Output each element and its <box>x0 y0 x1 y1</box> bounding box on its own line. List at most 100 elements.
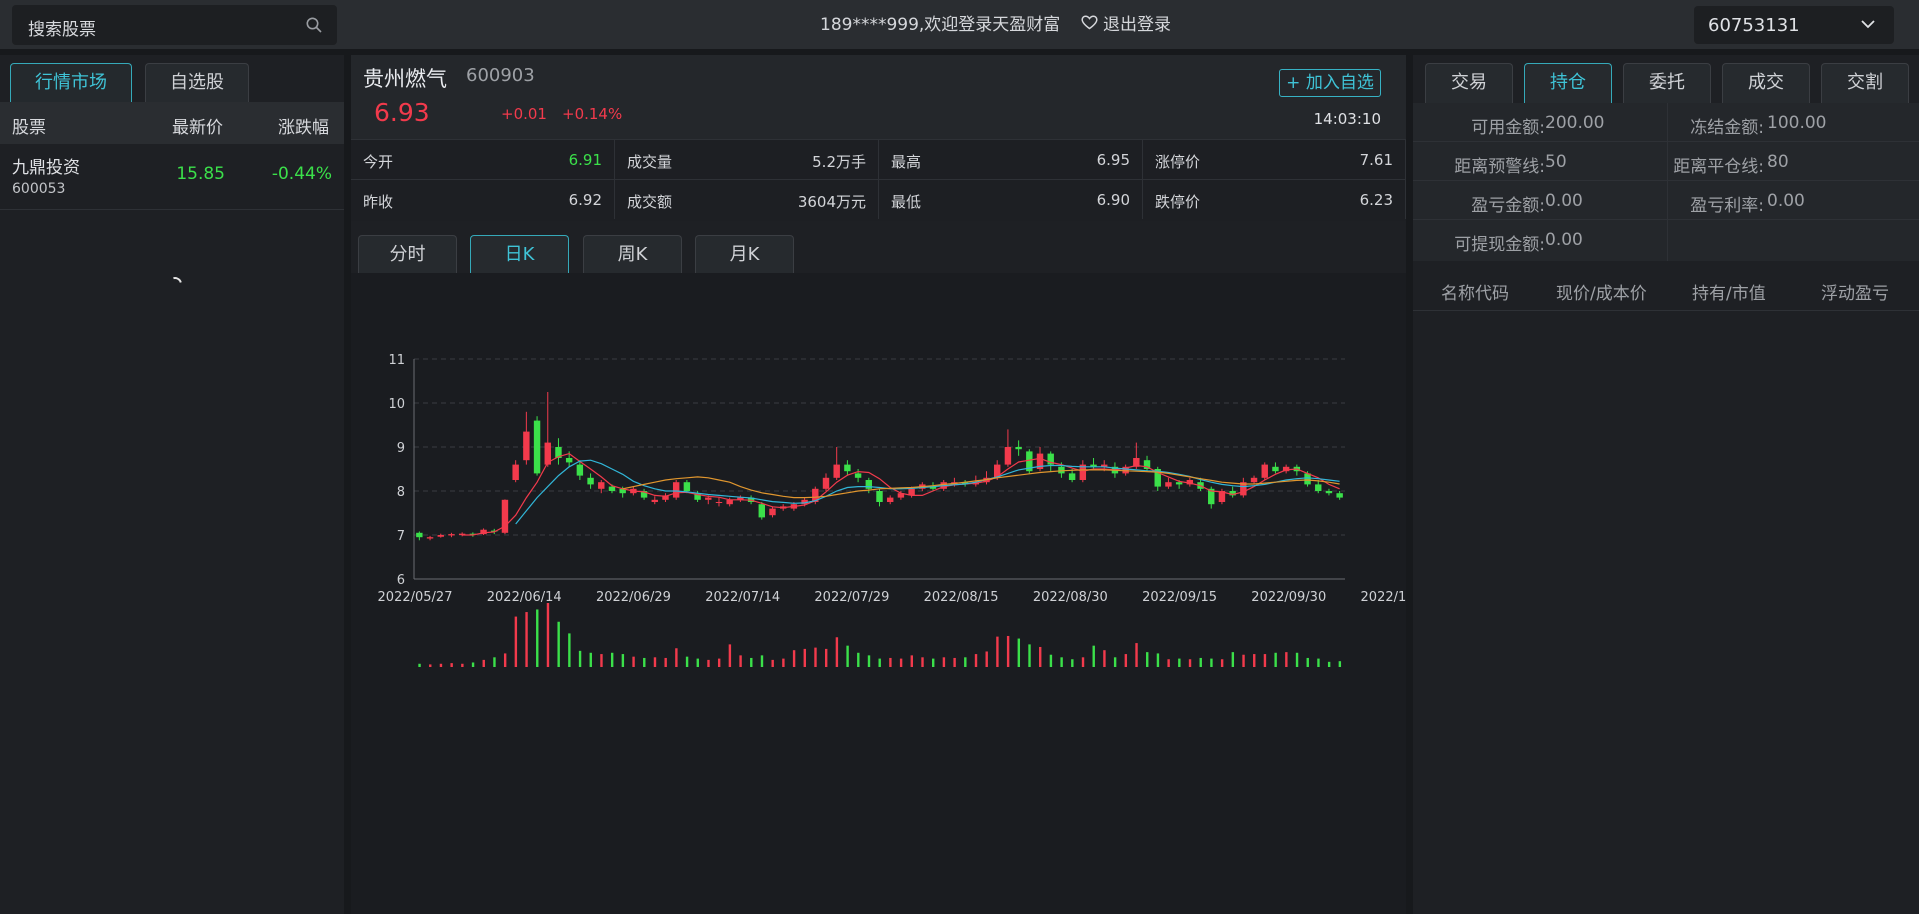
quote-high: 最高 6.95 <box>879 139 1143 179</box>
volume-bar <box>1188 659 1192 667</box>
tab-weekly-k[interactable]: 周K <box>583 235 682 274</box>
volume-bar <box>525 612 528 667</box>
volume-bar <box>1124 654 1128 667</box>
volume-bar <box>835 637 839 667</box>
candle-body <box>876 491 883 502</box>
candle-body <box>587 477 594 485</box>
volume-bar <box>632 656 635 667</box>
logout-button[interactable]: 退出登录 <box>1081 10 1171 35</box>
volume-bar <box>418 663 421 667</box>
candle-body <box>426 537 434 539</box>
search-input[interactable]: 搜索股票 <box>28 15 96 40</box>
volume-bar <box>814 647 817 667</box>
col-name-code: 名称代码 <box>1441 284 1509 304</box>
candle-body <box>598 482 605 489</box>
volume-bar <box>685 656 689 667</box>
tab-watchlist[interactable]: 自选股 <box>145 63 249 103</box>
chevron-down-icon[interactable] <box>1860 16 1876 36</box>
warning-line-distance: 距离预警线: 50 <box>1413 142 1667 181</box>
volume-bar <box>610 652 614 667</box>
volume-bar <box>1253 654 1256 667</box>
candle-body <box>651 499 658 502</box>
tab-trade[interactable]: 交易 <box>1425 63 1513 103</box>
volume-bar <box>1263 654 1267 667</box>
x-tick-label: 2022/09/15 <box>1142 590 1217 605</box>
candle-body <box>1175 482 1183 485</box>
volume-bar <box>910 655 914 667</box>
tab-settlement[interactable]: 交割 <box>1821 63 1909 103</box>
candle-body <box>844 464 851 472</box>
price-change-pct: +0.14% <box>562 105 623 123</box>
stock-title-code: 600903 <box>466 65 535 86</box>
volume-bar <box>750 657 753 667</box>
volume-bar <box>557 621 560 667</box>
withdrawable-amount: 可提现金额: 0.00 <box>1454 230 1583 255</box>
quote-turnover: 成交额 3604万元 <box>615 179 879 219</box>
tab-intraday[interactable]: 分时 <box>358 235 457 274</box>
volume-bar <box>482 659 485 667</box>
volume-bar <box>1081 657 1085 667</box>
volume-bar <box>824 648 828 667</box>
volume-bar <box>921 657 924 667</box>
tab-market[interactable]: 行情市场 <box>10 63 132 103</box>
volume-bar <box>1220 659 1224 667</box>
account-number: 60753131 <box>1708 15 1800 36</box>
volume-bar <box>589 652 592 667</box>
volume-bar <box>846 645 849 667</box>
volume-bar <box>1060 657 1063 667</box>
kline-chart[interactable]: 6 7 8 9 10 11 2022/05/27 2022/06/14 2022/06/29 20… <box>351 273 1435 914</box>
volume-bar <box>1285 652 1288 667</box>
stock-code: 600053 <box>12 181 66 197</box>
volume-bar <box>792 650 796 667</box>
candle-body <box>865 480 873 489</box>
volume-bar <box>889 657 892 667</box>
stock-price: 15.85 <box>176 164 225 184</box>
x-tick-label: 2022/07/29 <box>814 590 889 605</box>
stock-list-row[interactable]: 九鼎投资 600053 15.85 -0.44% <box>0 144 344 210</box>
y-tick-label: 8 <box>397 485 405 500</box>
volume-bar <box>1178 658 1181 667</box>
tab-monthly-k[interactable]: 月K <box>695 235 794 274</box>
col-price-cost: 现价/成本价 <box>1556 284 1647 304</box>
volume-bar <box>899 658 903 667</box>
account-summary: 可用金额: 200.00 冻结金额: 100.00 距离预警线: 50 距离平仓线: 8… <box>1413 103 1919 261</box>
tab-orders[interactable]: 委托 <box>1623 63 1711 103</box>
candle-body <box>1315 484 1322 491</box>
y-tick-label: 6 <box>397 573 405 588</box>
candle-body <box>448 534 455 536</box>
candle-body <box>523 431 530 461</box>
volume-bar <box>1103 650 1106 667</box>
x-tick-label: 2022/09/30 <box>1251 590 1326 605</box>
search-box[interactable]: 搜索股票 <box>12 5 337 45</box>
col-stock: 股票 <box>12 118 46 138</box>
candle-body <box>705 497 712 500</box>
search-icon[interactable] <box>305 16 323 38</box>
col-hold-value: 持有/市值 <box>1692 284 1766 304</box>
col-latest-price: 最新价 <box>172 118 223 138</box>
add-to-watchlist-button[interactable]: + 加入自选 <box>1279 69 1381 97</box>
candle-body <box>608 486 616 491</box>
candle-body <box>758 504 765 518</box>
volume-bar <box>1049 654 1053 667</box>
positions-table-header: 名称代码 现价/成本价 持有/市值 浮动盈亏 <box>1413 267 1919 311</box>
candle-body <box>576 464 584 476</box>
candle-body <box>1336 493 1343 498</box>
volume-bar <box>728 644 732 667</box>
volume-bar <box>932 658 935 667</box>
stock-detail-panel: 贵州燃气 600903 6.93 +0.01 +0.14% + 加入自选 14:… <box>351 55 1435 914</box>
volume-bar <box>600 654 603 667</box>
volume-bar <box>942 657 946 667</box>
positions-table: 名称代码 现价/成本价 持有/市值 浮动盈亏 <box>1413 267 1919 914</box>
volume-bar <box>1006 635 1010 667</box>
kline-chart-area[interactable]: 6 7 8 9 10 11 2022/05/27 2022/06/14 2022/06/29 20… <box>351 273 1435 914</box>
volume-bar <box>503 653 507 667</box>
volume-bar <box>803 648 806 667</box>
volume-bar <box>771 659 774 667</box>
tab-positions[interactable]: 持仓 <box>1524 63 1612 103</box>
ma-line <box>515 459 1340 525</box>
account-select[interactable]: 60753131 <box>1694 6 1894 44</box>
frozen-funds: 冻结金额: 100.00 <box>1668 103 1919 142</box>
volume-bar <box>878 658 881 667</box>
tab-fills[interactable]: 成交 <box>1722 63 1810 103</box>
tab-daily-k[interactable]: 日K <box>470 235 569 274</box>
